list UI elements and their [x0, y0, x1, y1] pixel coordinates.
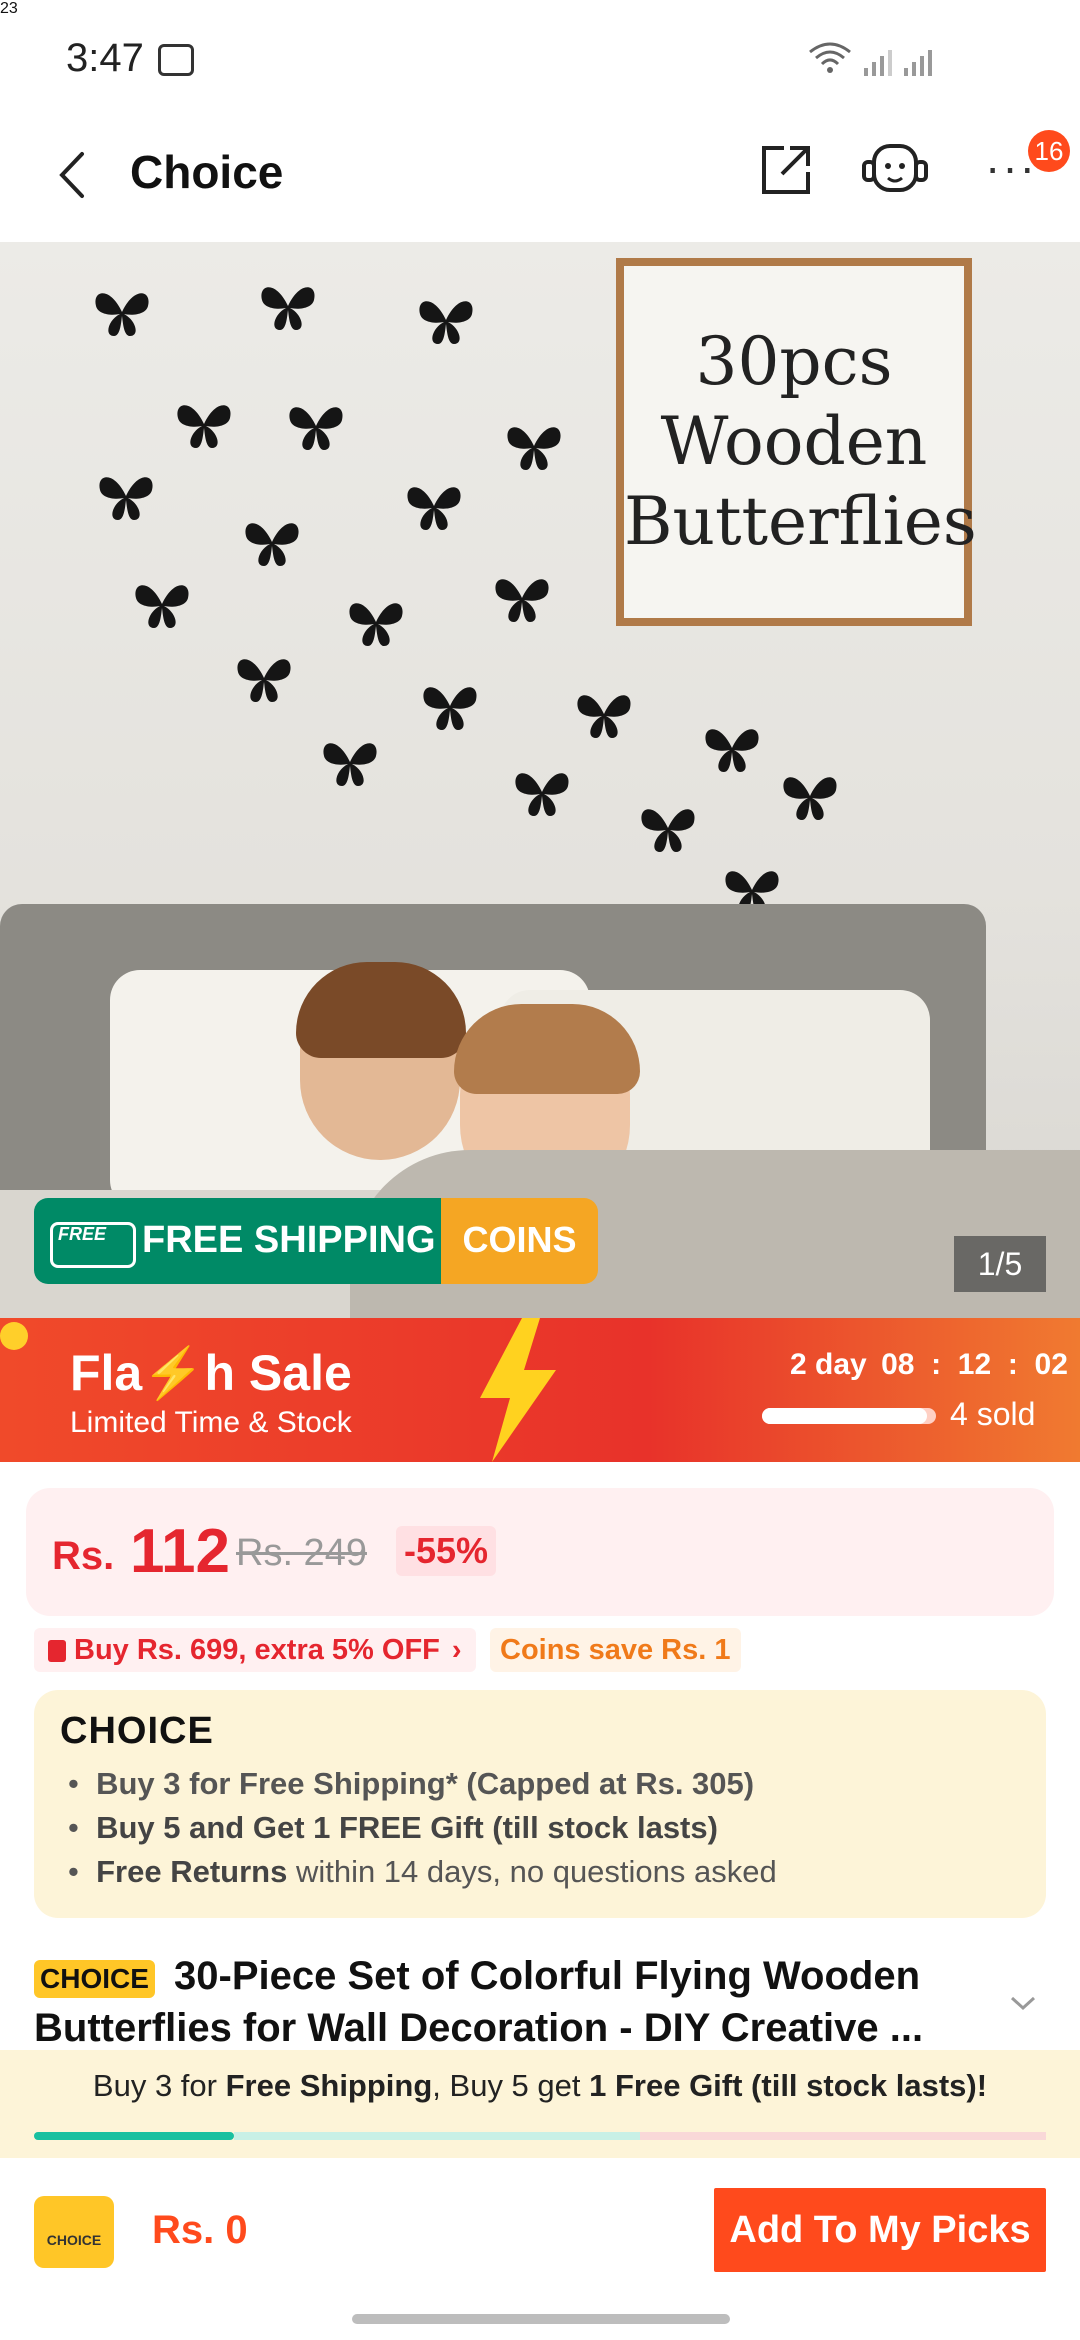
butterfly-shape — [572, 686, 636, 747]
progress-segment — [34, 2132, 234, 2140]
butterfly-shape — [502, 418, 566, 479]
choice-logo: CHOICE — [60, 1710, 214, 1752]
signal-icon — [862, 42, 942, 83]
benefit-bold: Free Returns — [96, 1854, 288, 1889]
butterfly-shape — [94, 468, 158, 529]
butterfly-shape — [232, 650, 296, 711]
share-icon — [762, 146, 810, 194]
butterfly-shape — [256, 278, 320, 339]
banner-text: , Buy 5 get — [432, 2068, 590, 2103]
wifi-icon — [808, 40, 852, 81]
butterfly-shape — [172, 396, 236, 457]
frame-line: 30pcs — [695, 323, 893, 400]
butterfly-shape — [778, 768, 842, 829]
price-currency: Rs. — [52, 1534, 115, 1578]
product-title[interactable]: 30-Piece Set of Colorful Flying Wooden B… — [34, 1950, 1024, 2054]
butterfly-shape — [318, 734, 382, 795]
butterfly-shape — [284, 398, 348, 459]
flash-sale-title: Fla⚡h Sale — [70, 1345, 352, 1401]
sold-count: 4 sold — [950, 1396, 1036, 1432]
coins-label: COINS — [462, 1219, 577, 1260]
share-button[interactable] — [756, 140, 816, 200]
chevron-right-icon: › — [451, 1634, 462, 1666]
butterfly-shape — [130, 576, 194, 637]
butterfly-shape — [414, 292, 478, 353]
frame-line: Wooden — [660, 403, 928, 480]
frame-caption: 30pcs Wooden Butterflies — [624, 322, 977, 562]
benefit-item: • Buy 3 for Free Shipping* (Capped at Rs… — [68, 1766, 755, 1801]
countdown-days: 2 day — [790, 1348, 867, 1381]
banner-bold: Free Shipping — [225, 2068, 433, 2103]
sold-progress-bar — [762, 1408, 936, 1424]
butterfly-shape — [402, 478, 466, 539]
extra-off-promo[interactable]: Buy Rs. 699, extra 5% OFF › — [34, 1628, 476, 1672]
lightning-icon — [470, 1318, 560, 1467]
butterfly-shape — [90, 284, 154, 345]
picks-total: Rs. 0 — [152, 2208, 248, 2252]
battery-indicator: 23 — [0, 0, 18, 17]
original-price: Rs. 249 — [236, 1532, 367, 1574]
choice-tag: CHOICE — [34, 1960, 155, 1998]
benefit-text: Buy 3 for Free Shipping* (Capped at Rs. … — [96, 1766, 755, 1801]
back-button[interactable] — [52, 150, 92, 198]
flash-sale-subtitle: Limited Time & Stock — [70, 1406, 352, 1439]
butterfly-shape — [240, 514, 304, 575]
customer-service-icon — [862, 144, 928, 192]
extra-off-label: Buy Rs. 699, extra 5% OFF — [74, 1634, 440, 1666]
butterfly-shape — [510, 764, 574, 825]
butterfly-shape — [636, 800, 700, 861]
butterfly-shape — [490, 570, 554, 631]
countdown-hours: 08 — [881, 1348, 915, 1381]
benefit-text: within 14 days, no questions asked — [287, 1854, 777, 1889]
cart-label: CHOICE — [46, 2232, 102, 2248]
benefit-item: • Free Returns within 14 days, no questi… — [68, 1854, 777, 1889]
coupon-icon — [48, 1640, 66, 1663]
child-hair — [454, 1004, 640, 1094]
flash-countdown: 2 day 08 : 12 : 02 — [790, 1348, 1068, 1381]
discount-badge: -55% — [396, 1526, 497, 1576]
banner-bold: 1 Free Gift (till stock lasts)! — [589, 2068, 988, 2103]
truck-label: FREE — [58, 1224, 107, 1244]
benefit-bold: Buy 5 and Get 1 FREE Gift (till stock la… — [96, 1810, 718, 1845]
customer-service-button[interactable] — [860, 138, 930, 204]
picks-banner-text: Buy 3 for Free Shipping, Buy 5 get 1 Fre… — [0, 2068, 1080, 2104]
butterfly-shape — [700, 720, 764, 781]
countdown-minutes: 12 — [957, 1348, 992, 1381]
countdown-seconds: 02 — [1034, 1348, 1068, 1381]
picks-banner — [0, 2050, 1080, 2158]
banner-text: Buy 3 for — [92, 2068, 226, 2103]
image-counter: 1/5 — [954, 1236, 1046, 1292]
coins-promo[interactable]: Coins save Rs. 1 — [490, 1628, 741, 1672]
screenshot-icon — [158, 44, 194, 76]
butterfly-shape — [344, 594, 408, 655]
progress-segment — [640, 2132, 1046, 2140]
benefit-item: • Buy 5 and Get 1 FREE Gift (till stock … — [68, 1810, 718, 1845]
progress-segment — [234, 2132, 640, 2140]
price-value: 112 — [130, 1517, 231, 1586]
chevron-down-icon[interactable] — [1010, 1986, 1036, 2020]
home-indicator[interactable] — [352, 2314, 730, 2324]
notification-badge: 16 — [1028, 130, 1070, 172]
status-time: 3:47 — [66, 36, 144, 80]
add-to-picks-button[interactable]: Add To My Picks — [714, 2188, 1046, 2272]
free-shipping-label: FREE SHIPPING — [142, 1219, 436, 1261]
butterfly-shape — [418, 678, 482, 739]
frame-line: Butterflies — [624, 483, 977, 560]
alarm-clock-icon — [0, 1318, 40, 1363]
sold-progress-fill — [762, 1408, 928, 1424]
page-title: Choice — [130, 146, 284, 198]
